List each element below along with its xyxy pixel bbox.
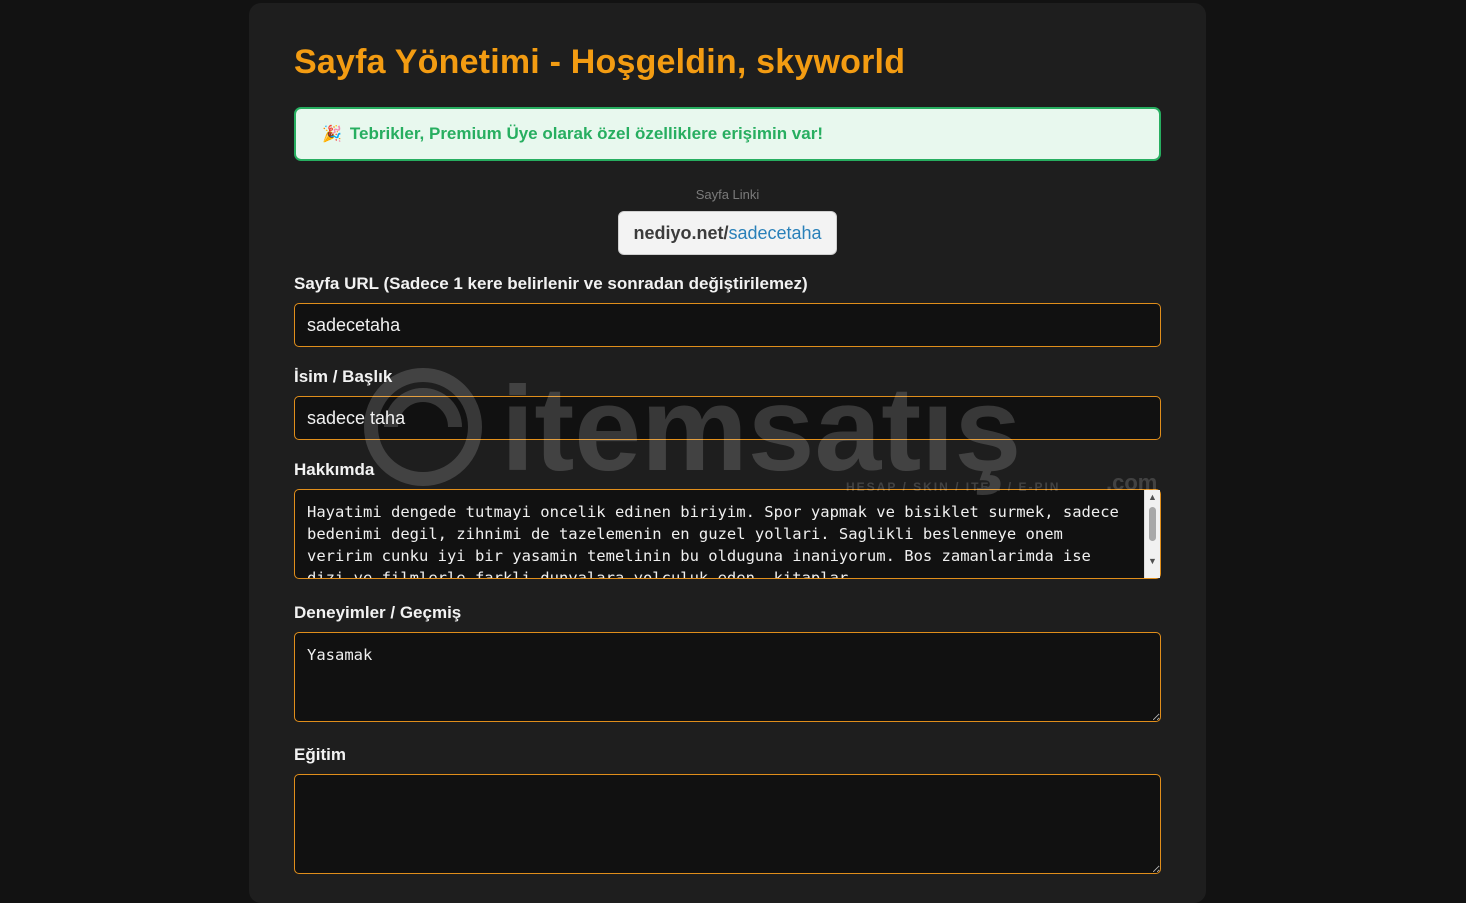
education-textarea[interactable]	[294, 774, 1161, 874]
education-label: Eğitim	[294, 745, 346, 764]
name-input[interactable]	[294, 396, 1161, 440]
scroll-up-icon[interactable]: ▲	[1145, 490, 1160, 504]
about-scrollbar[interactable]: ▲ ▼	[1144, 490, 1160, 578]
page-title: Sayfa Yönetimi - Hoşgeldin, skyworld	[294, 43, 906, 81]
premium-banner: 🎉 Tebrikler, Premium Üye olarak özel öze…	[294, 107, 1161, 161]
experience-textarea[interactable]: Yasamak	[294, 632, 1161, 722]
page-panel: Sayfa Yönetimi - Hoşgeldin, skyworld 🎉 T…	[249, 3, 1206, 903]
about-textarea[interactable]: Hayatimi dengede tutmayi oncelik edinen …	[294, 489, 1161, 579]
page-link-label: Sayfa Linki	[695, 187, 760, 202]
url-input[interactable]	[294, 303, 1161, 347]
premium-message: Tebrikler, Premium Üye olarak özel özell…	[349, 124, 823, 143]
url-label: Sayfa URL (Sadece 1 kere belirlenir ve s…	[294, 274, 808, 293]
experience-label: Deneyimler / Geçmiş	[294, 603, 462, 622]
scroll-down-icon[interactable]: ▼	[1145, 554, 1160, 568]
about-label: Hakkımda	[294, 460, 375, 479]
name-label: İsim / Başlık	[294, 367, 393, 386]
page-link-domain: nediyo.net/	[633, 222, 729, 243]
page-link[interactable]: nediyo.net/sadecetaha	[618, 211, 837, 255]
scroll-thumb[interactable]	[1149, 507, 1156, 541]
party-popper-icon: 🎉	[322, 126, 342, 143]
page-link-slug[interactable]: sadecetaha	[728, 223, 821, 244]
